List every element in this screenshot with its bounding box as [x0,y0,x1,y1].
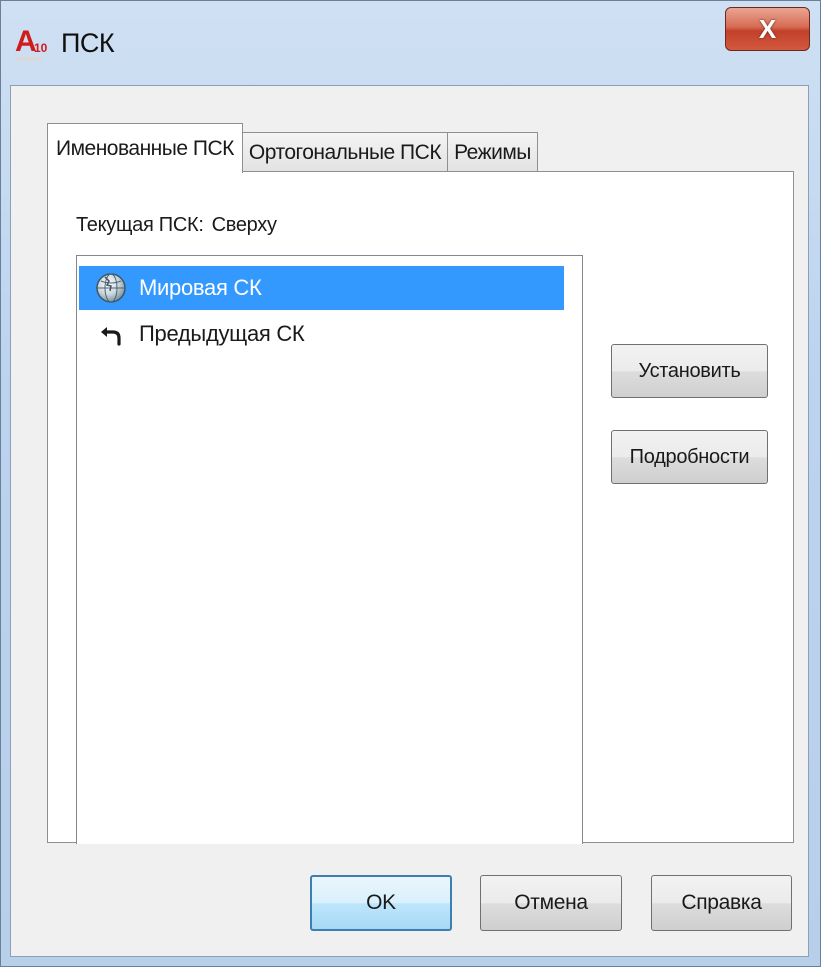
globe-icon [94,271,128,305]
list-item-world-cs[interactable]: Мировая СК [79,266,564,310]
help-button[interactable]: Справка [651,875,792,931]
current-ucs-value: Сверху [211,214,277,236]
tab-settings[interactable]: Режимы [447,132,538,172]
window-title: ПСК [61,28,115,58]
ucs-list[interactable]: Мировая СК Предыдущая СК [76,255,583,844]
close-button[interactable]: X [725,7,810,51]
list-item-label: Предыдущая СК [139,321,305,346]
named-ucs-panel: Текущая ПСК: Сверху Мировая СК Предыдуща… [47,171,794,844]
autocad-app-icon: A 10 [15,27,51,61]
list-item-label: Мировая СК [139,275,262,300]
app-icon-version: 10 [34,41,48,55]
ucs-dialog-window: A 10 ПСК X Именованные ПСК Ортогональные… [0,0,821,967]
set-current-button[interactable]: Установить [611,344,768,398]
tab-named-ucs[interactable]: Именованные ПСК [47,123,243,173]
details-button[interactable]: Подробности [611,430,768,484]
tab-strip: Именованные ПСК Ортогональные ПСК Режимы [47,122,538,173]
tab-orthographic-ucs[interactable]: Ортогональные ПСК [241,132,449,172]
current-ucs-caption: Текущая ПСК: [76,214,204,236]
ok-button[interactable]: OK [310,875,452,931]
app-icon-page [16,57,42,61]
title-bar[interactable]: A 10 ПСК X [1,1,820,85]
undo-arrow-icon [94,317,128,351]
dialog-client-area: Именованные ПСК Ортогональные ПСК Режимы… [10,85,809,957]
list-item-previous-cs[interactable]: Предыдущая СК [79,312,579,356]
current-ucs-label: Текущая ПСК: Сверху [76,214,277,237]
close-icon: X [758,14,777,44]
cancel-button[interactable]: Отмена [480,875,622,931]
